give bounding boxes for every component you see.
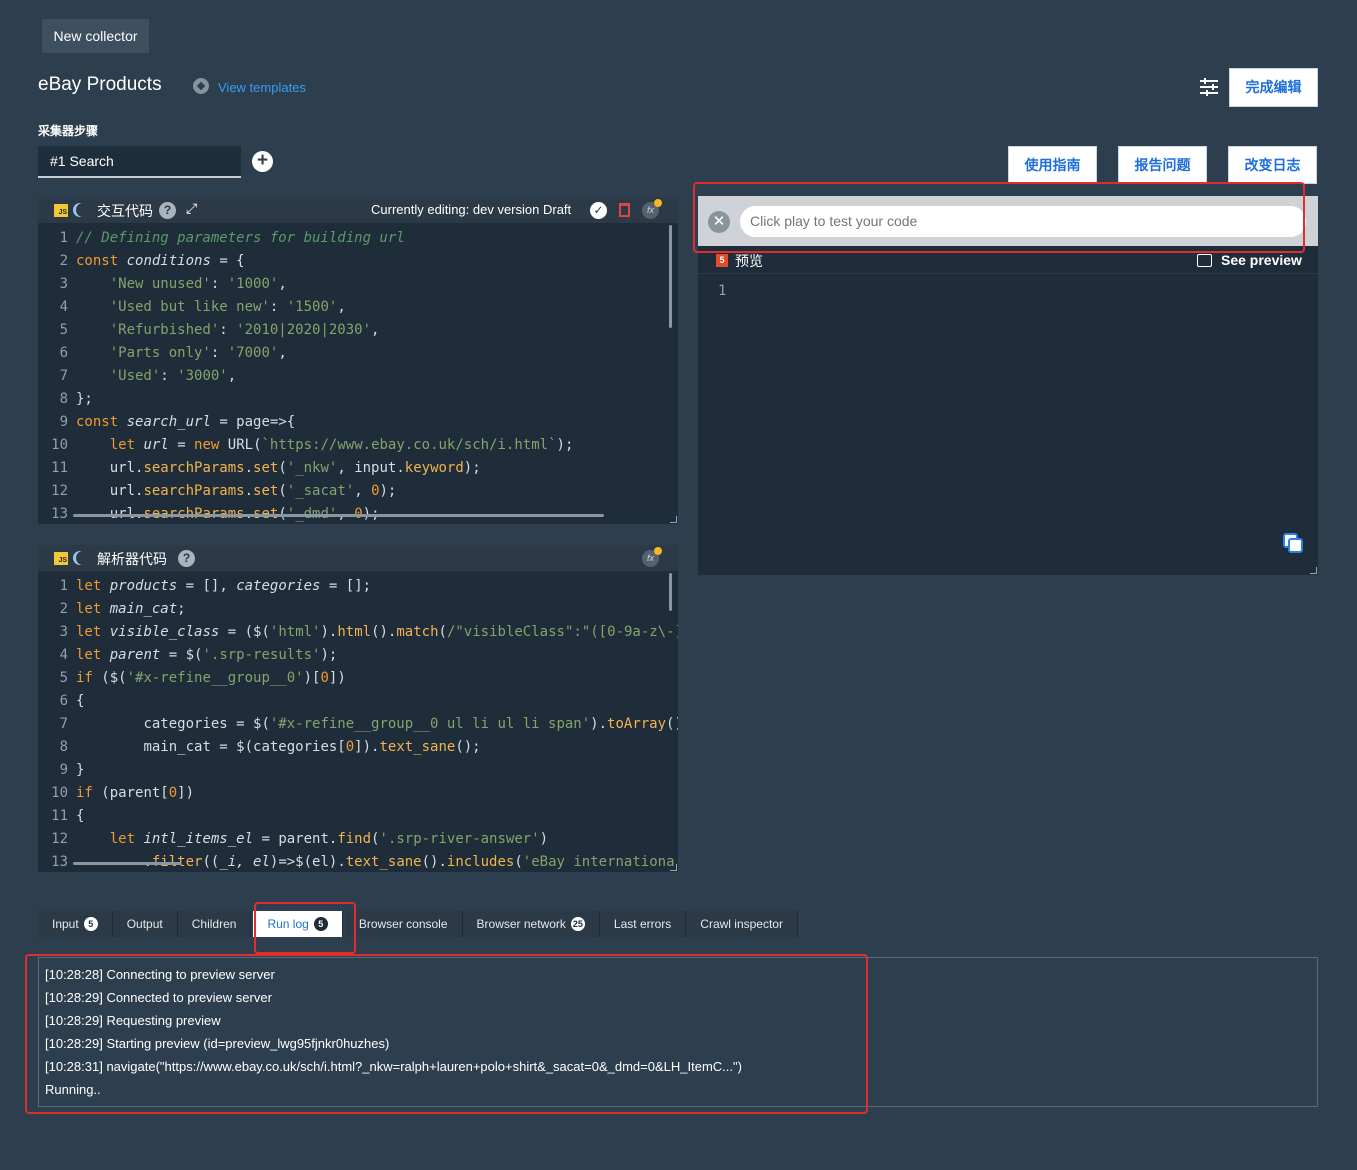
add-step-button[interactable]: + xyxy=(252,151,273,172)
horizontal-scrollbar[interactable] xyxy=(73,862,181,865)
copy-icon[interactable] xyxy=(1283,533,1305,555)
tab-crawl-inspector[interactable]: Crawl inspector xyxy=(686,911,798,937)
line-number: 11 xyxy=(51,460,68,476)
preview-panel: ✕ 5 预览 See preview 1 xyxy=(698,196,1318,575)
line-number: 2 xyxy=(59,601,68,617)
compass-icon[interactable] xyxy=(193,78,209,94)
line-number: 5 xyxy=(59,322,68,338)
help-icon[interactable]: ? xyxy=(178,550,195,567)
run-log-panel: [10:28:28] Connecting to preview server … xyxy=(38,957,1318,1107)
line-number: 1 xyxy=(59,578,68,594)
log-line: [10:28:29] Connected to preview server xyxy=(45,990,272,1005)
line-number: 7 xyxy=(59,716,68,732)
report-issue-button[interactable]: 报告问题 xyxy=(1118,146,1207,184)
editing-status: Currently editing: dev version Draft xyxy=(371,202,572,217)
user-guide-button[interactable]: 使用指南 xyxy=(1008,146,1097,184)
log-line: [10:28:28] Connecting to preview server xyxy=(45,967,275,982)
preview-url-bar: ✕ xyxy=(698,196,1318,246)
page-title: eBay Products xyxy=(38,74,162,95)
changelog-button[interactable]: 改变日志 xyxy=(1228,146,1317,184)
line-number: 3 xyxy=(59,276,68,292)
line-number: 11 xyxy=(51,808,68,824)
preview-label: 预览 xyxy=(735,253,763,269)
resize-handle[interactable] xyxy=(670,516,677,523)
interaction-editor-header: JS 交互代码 ? ⤢ Currently editing: dev versi… xyxy=(38,197,678,223)
parser-code[interactable]: 1 let products = [], categories = []; 2 le… xyxy=(38,571,678,872)
bottom-tabs: Input 5 Output Children Run log 5 Browser … xyxy=(38,911,798,937)
done-editing-button[interactable]: 完成编辑 xyxy=(1229,68,1318,107)
theme-icon[interactable] xyxy=(76,203,90,217)
view-templates-link[interactable]: View templates xyxy=(218,80,306,95)
line-number: 8 xyxy=(59,391,68,407)
log-line: [10:28:29] Requesting preview xyxy=(45,1013,221,1028)
line-number: 4 xyxy=(59,647,68,663)
line-number: 8 xyxy=(59,739,68,755)
line-number: 2 xyxy=(59,253,68,269)
line-number: 9 xyxy=(59,414,68,430)
parser-code-editor[interactable]: JS 解析器代码 ? fx 1 let products = [], catego… xyxy=(38,545,678,872)
tab-children[interactable]: Children xyxy=(177,911,252,937)
line-number: 6 xyxy=(59,693,68,709)
preview-url-input[interactable] xyxy=(740,206,1306,237)
line-number: 10 xyxy=(51,437,68,453)
line-number: 13 xyxy=(51,506,68,522)
tab-run-log[interactable]: Run log 5 xyxy=(253,911,343,937)
resize-handle[interactable] xyxy=(1310,567,1317,574)
js-icon: JS xyxy=(54,552,68,565)
interaction-editor-title: 交互代码 xyxy=(97,203,153,219)
tab-input[interactable]: Input 5 xyxy=(38,911,113,937)
html5-icon: 5 xyxy=(716,254,728,267)
see-preview-button[interactable]: See preview xyxy=(1221,252,1302,268)
interaction-code-editor[interactable]: JS 交互代码 ? ⤢ Currently editing: dev versi… xyxy=(38,197,678,524)
function-icon[interactable]: fx xyxy=(642,547,662,567)
parser-editor-header: JS 解析器代码 ? fx xyxy=(38,545,678,571)
tab-last-errors[interactable]: Last errors xyxy=(599,911,687,937)
line-number: 12 xyxy=(51,831,68,847)
step-tab-search[interactable]: #1 Search xyxy=(38,146,241,178)
vertical-scrollbar[interactable] xyxy=(669,225,672,328)
function-icon[interactable]: fx xyxy=(642,199,662,219)
preview-header: 5 预览 See preview xyxy=(698,246,1318,274)
image-icon[interactable] xyxy=(1197,254,1212,267)
check-icon[interactable]: ✓ xyxy=(590,202,607,219)
trash-icon[interactable] xyxy=(619,203,630,217)
line-number: 1 xyxy=(59,230,68,246)
tab-browser-console[interactable]: Browser console xyxy=(344,911,463,937)
line-number: 10 xyxy=(51,785,68,801)
vertical-scrollbar[interactable] xyxy=(669,573,672,611)
line-number: 5 xyxy=(59,670,68,686)
steps-label: 采集器步骤 xyxy=(38,124,99,138)
resize-handle[interactable] xyxy=(670,864,677,871)
interaction-code[interactable]: 1// Defining parameters for building url… xyxy=(38,223,678,524)
js-icon: JS xyxy=(54,204,68,217)
theme-icon[interactable] xyxy=(76,551,90,565)
log-line: [10:28:29] Starting preview (id=preview_… xyxy=(45,1036,390,1051)
log-line: Running.. xyxy=(45,1082,101,1097)
tab-browser-network[interactable]: Browser network 25 xyxy=(462,911,600,937)
line-number: 6 xyxy=(59,345,68,361)
line-number: 3 xyxy=(59,624,68,640)
parser-editor-title: 解析器代码 xyxy=(97,551,167,567)
log-line: [10:28:31] navigate("https://www.ebay.co… xyxy=(45,1059,742,1074)
line-number: 9 xyxy=(59,762,68,778)
new-collector-tab[interactable]: New collector xyxy=(42,19,149,53)
tab-badge: 5 xyxy=(83,917,98,931)
line-number: 4 xyxy=(59,299,68,315)
sliders-icon[interactable] xyxy=(1200,78,1218,96)
horizontal-scrollbar[interactable] xyxy=(73,514,604,517)
line-number: 12 xyxy=(51,483,68,499)
line-number: 7 xyxy=(59,368,68,384)
close-icon[interactable]: ✕ xyxy=(708,211,730,233)
tab-output[interactable]: Output xyxy=(112,911,178,937)
line-number: 13 xyxy=(51,854,68,870)
help-icon[interactable]: ? xyxy=(159,202,176,219)
tab-badge: 25 xyxy=(570,917,585,931)
preview-line-number: 1 xyxy=(718,283,727,299)
tab-badge: 5 xyxy=(313,917,328,931)
expand-icon[interactable]: ⤢ xyxy=(186,200,197,217)
